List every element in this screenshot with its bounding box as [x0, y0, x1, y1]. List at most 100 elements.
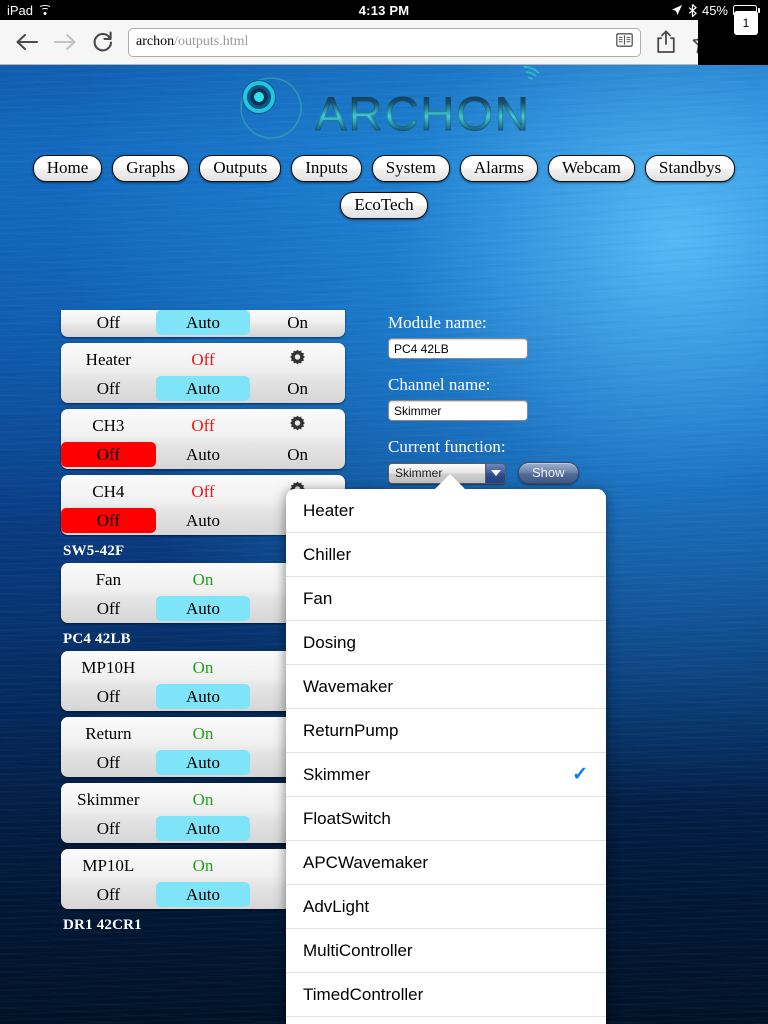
dropdown-item-label: TimedController [303, 984, 424, 1004]
nav-link-graphs[interactable]: Graphs [112, 155, 190, 182]
output-name: Return [85, 723, 132, 743]
location-arrow-icon [671, 5, 682, 15]
output-mode-on[interactable]: On [250, 376, 345, 401]
status-bar-clock: 4:13 PM [358, 2, 410, 18]
output-status: On [192, 855, 214, 875]
dropdown-item-label: AdvLight [303, 896, 370, 916]
output-name: Heater [85, 349, 131, 369]
nav-link-system[interactable]: System [371, 155, 450, 182]
output-settings-button[interactable] [250, 349, 345, 371]
channel-name-input[interactable]: Skimmer [388, 400, 528, 421]
output-mode-segmented-control: OffAutoOn [61, 310, 345, 337]
url-host: archon [136, 34, 175, 49]
dropdown-item[interactable]: Fan [286, 577, 606, 621]
nav-link-alarms[interactable]: Alarms [459, 155, 538, 182]
dropdown-item[interactable]: MLC [286, 1017, 606, 1024]
url-path: /outputs.html [174, 34, 249, 49]
output-mode-auto[interactable]: Auto [156, 442, 251, 467]
dropdown-item-label: Chiller [303, 544, 352, 564]
gear-icon [290, 415, 306, 430]
output-mode-off[interactable]: Off [61, 882, 156, 907]
dropdown-item[interactable]: Wavemaker [286, 665, 606, 709]
archon-logo-mark [231, 72, 309, 146]
output-card: Heater Off Off Auto On [61, 343, 345, 403]
output-name: MP10L [82, 855, 135, 875]
dropdown-item[interactable]: FloatSwitch [286, 797, 606, 841]
dropdown-item-label: Wavemaker [303, 676, 394, 696]
channel-name-label: Channel name: [388, 375, 491, 394]
back-button[interactable] [8, 23, 46, 61]
output-mode-off[interactable]: Off [61, 816, 156, 841]
nav-link-home[interactable]: Home [32, 155, 103, 182]
output-mode-auto[interactable]: Auto [155, 882, 251, 907]
dropdown-item[interactable]: Skimmer ✓ [286, 753, 606, 797]
module-name-input[interactable]: PC4 42LB [388, 338, 528, 359]
nav-link-inputs[interactable]: Inputs [291, 155, 362, 182]
dropdown-item[interactable]: AdvLight [286, 885, 606, 929]
dropdown-item-label: Dosing [303, 632, 356, 652]
browser-toolbar: archon/outputs.html [0, 20, 731, 65]
chevron-down-icon[interactable] [485, 463, 505, 483]
nav-link-ecotech[interactable]: EcoTech [340, 191, 428, 219]
back-arrow-icon [16, 33, 39, 51]
output-mode-auto[interactable]: Auto [155, 816, 251, 841]
output-mode-off[interactable]: Off [61, 596, 156, 621]
ios-status-bar: iPad 4:13 PM 45% [0, 0, 768, 20]
output-mode-auto[interactable]: Auto [155, 684, 251, 709]
battery-percent-label: 45% [701, 2, 728, 18]
output-mode-auto[interactable]: Auto [155, 750, 251, 775]
nav-link-webcam[interactable]: Webcam [547, 155, 635, 182]
output-mode-on[interactable]: On [250, 442, 345, 467]
output-status: On [192, 657, 214, 677]
main-navigation: Home Graphs Outputs Inputs System Alarms Webca… [0, 155, 768, 182]
dropdown-item-label: Skimmer [303, 764, 371, 784]
share-button[interactable] [647, 23, 685, 61]
output-mode-off[interactable]: Off [61, 376, 156, 401]
output-status: On [192, 569, 214, 589]
output-mode-auto[interactable]: Auto [155, 310, 251, 335]
dropdown-item[interactable]: Heater [286, 489, 606, 533]
output-mode-off[interactable]: Off [61, 684, 156, 709]
forward-button[interactable] [46, 23, 84, 61]
dropdown-item-label: Heater [303, 500, 355, 520]
dropdown-item-label: FloatSwitch [303, 808, 391, 828]
address-bar[interactable]: archon/outputs.html [128, 27, 641, 57]
bluetooth-icon [688, 3, 697, 17]
output-card-header: Heater Off [61, 343, 345, 376]
nav-link-standbys[interactable]: Standbys [644, 155, 736, 182]
site-header: ARCHON [0, 65, 768, 153]
reload-button[interactable] [84, 23, 122, 61]
output-card-header: CH3 Off [61, 409, 345, 442]
dropdown-item[interactable]: MultiController [286, 929, 606, 973]
dropdown-item[interactable]: ReturnPump [286, 709, 606, 753]
reader-view-icon[interactable] [616, 32, 633, 52]
output-mode-segmented-control: OffAutoOn [61, 442, 345, 469]
output-settings-button[interactable] [250, 415, 345, 437]
output-mode-auto[interactable]: Auto [156, 508, 251, 533]
site-logo-text: ARCHON [315, 86, 531, 140]
current-function-label: Current function: [388, 437, 506, 456]
show-button[interactable]: Show [518, 462, 579, 484]
secondary-navigation: EcoTech [0, 191, 768, 219]
dropdown-item[interactable]: Dosing [286, 621, 606, 665]
output-mode-auto[interactable]: Auto [155, 596, 251, 621]
output-mode-off[interactable]: Off [61, 508, 156, 533]
output-card: CH3 Off Off Auto On [61, 409, 345, 469]
output-name: Skimmer [77, 789, 140, 809]
output-name: MP10H [81, 657, 136, 677]
output-mode-off[interactable]: Off [61, 750, 156, 775]
share-icon [657, 30, 675, 53]
dropdown-item-label: ReturnPump [303, 720, 399, 740]
output-mode-off[interactable]: Off [61, 442, 156, 467]
nav-link-outputs[interactable]: Outputs [199, 155, 282, 182]
module-name-label: Module name: [388, 313, 487, 332]
dropdown-item[interactable]: TimedController [286, 973, 606, 1017]
output-mode-auto[interactable]: Auto [155, 376, 251, 401]
output-mode-off[interactable]: Off [61, 310, 156, 335]
output-status: On [192, 789, 214, 809]
dropdown-item[interactable]: Chiller [286, 533, 606, 577]
output-mode-on[interactable]: On [250, 310, 345, 335]
popover-arrow [434, 474, 466, 490]
tab-count-button[interactable]: 1 [734, 11, 758, 35]
dropdown-item[interactable]: APCWavemaker [286, 841, 606, 885]
